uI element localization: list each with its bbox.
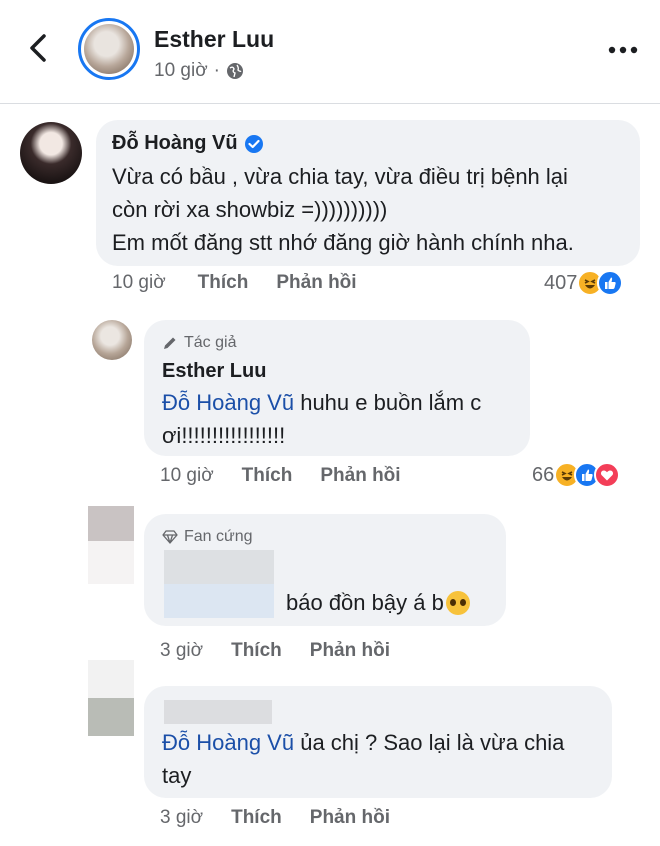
like-button[interactable]: Thích [198,272,249,294]
reply-time[interactable]: 3 giờ [160,807,203,829]
reaction-count: 407 [544,271,578,294]
reply-author[interactable]: Esther Luu [162,360,266,383]
blurred-avatar[interactable] [88,506,134,584]
fan-badge: Fan cứng [162,528,253,546]
pleading-emoji-icon [445,590,470,615]
reaction-summary[interactable]: 407 [544,270,624,296]
reply-button[interactable]: Phản hồi [276,272,356,294]
post-time[interactable]: 10 giờ [154,60,208,82]
reply-button[interactable]: Phản hồi [320,465,400,487]
dot-separator: · [213,60,220,81]
reply-text: báo đồn bậy á b [286,586,470,619]
reply-time[interactable]: 3 giờ [160,640,203,662]
reaction-count: 66 [532,463,555,486]
author-badge: Tác giả [162,334,236,352]
mention-link[interactable]: Đỗ Hoàng Vũ [162,730,294,755]
reply-button[interactable]: Phản hồi [310,640,390,662]
comment-bubble: Đỗ Hoàng Vũ Vừa có bầu , vừa chia tay, v… [96,120,640,266]
reply-actions: 3 giờ Thích Phản hồi [160,640,390,662]
reply-button[interactable]: Phản hồi [310,807,390,829]
like-button[interactable]: Thích [242,465,293,487]
reply-text: Đỗ Hoàng Vũ ủa chị ? Sao lại là vừa chia… [162,730,565,788]
back-arrow-icon [30,34,46,62]
post-header: Esther Luu 10 giờ · [0,0,660,104]
mention-link[interactable]: Đỗ Hoàng Vũ [162,390,294,415]
author-avatar[interactable] [78,18,140,80]
reply-time[interactable]: 10 giờ [160,465,214,487]
verified-badge-icon [244,134,263,153]
blurred-author-name [164,700,272,724]
pen-icon [164,337,176,349]
reply-actions: 3 giờ Thích Phản hồi [160,807,390,829]
reply-author-avatar[interactable] [92,320,132,360]
comment-text: Vừa có bầu , vừa chia tay, vừa điều trị … [112,164,574,255]
like-reaction-icon [597,270,624,296]
reply-bubble: Fan cứng báo đồn bậy á b [144,514,506,626]
blurred-avatar[interactable] [88,660,134,736]
author-name[interactable]: Esther Luu [154,26,274,53]
like-button[interactable]: Thích [231,640,282,662]
reply-text: Đỗ Hoàng Vũ huhu e buồn lắm c ơi!!!!!!!!… [162,390,482,448]
comment-time[interactable]: 10 giờ [112,272,166,294]
reply-bubble: Đỗ Hoàng Vũ ủa chị ? Sao lại là vừa chia… [144,686,612,798]
diamond-icon [162,530,178,544]
back-button[interactable] [20,30,56,66]
like-button[interactable]: Thích [231,807,282,829]
reaction-summary[interactable]: 66 [532,462,621,488]
post-meta: 10 giờ · [154,60,244,82]
blurred-author-name [164,550,274,618]
globe-icon [227,63,243,79]
more-dots-icon [608,46,638,54]
commenter-avatar[interactable] [20,122,82,184]
more-options-button[interactable] [606,38,640,62]
comment-actions: 10 giờ Thích Phản hồi [112,272,357,294]
love-reaction-icon [594,462,621,488]
comment-author[interactable]: Đỗ Hoàng Vũ [112,132,264,155]
reply-actions: 10 giờ Thích Phản hồi [160,465,401,487]
reply-bubble: Tác giả Esther Luu Đỗ Hoàng Vũ huhu e bu… [144,320,530,456]
